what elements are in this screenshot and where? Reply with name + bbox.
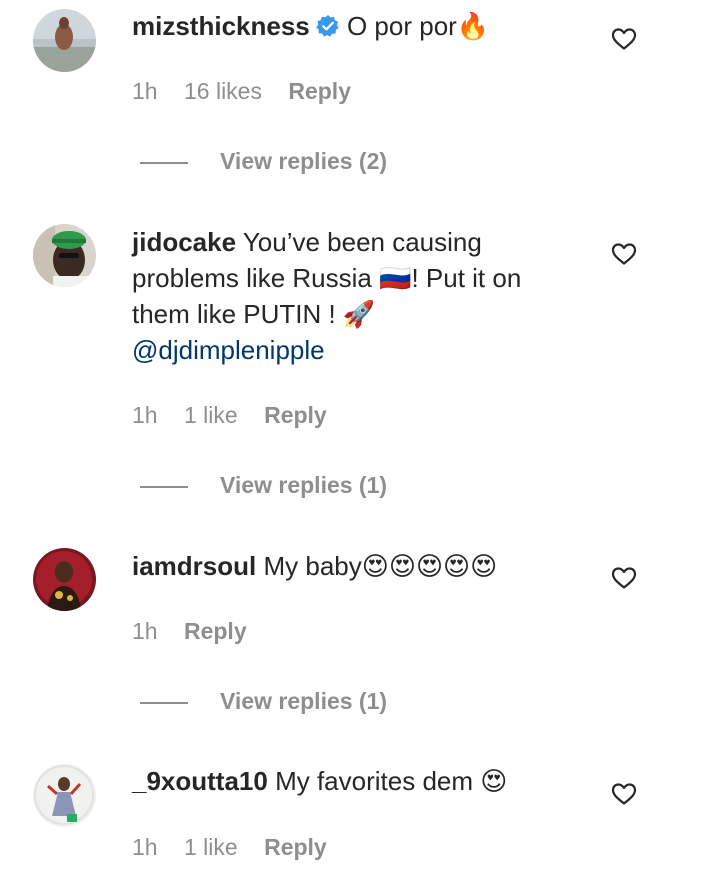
- view-replies-button[interactable]: View replies (1): [140, 686, 387, 716]
- avatar[interactable]: [33, 9, 96, 72]
- reply-button[interactable]: Reply: [288, 78, 351, 104]
- mention-link[interactable]: @djdimplenipple: [132, 335, 325, 365]
- comment-meta: 1h 16 likes Reply: [132, 76, 371, 106]
- comment-likes[interactable]: 1 like: [184, 402, 238, 428]
- verified-badge-icon: [315, 15, 339, 37]
- reply-button[interactable]: Reply: [264, 834, 327, 860]
- comment-text: iamdrsoul My baby😍😍😍😍😍: [132, 548, 572, 584]
- comment-time: 1h: [132, 834, 158, 860]
- comment-username[interactable]: jidocake: [132, 227, 236, 257]
- comment-time: 1h: [132, 78, 158, 104]
- comment-meta: 1h 1 like Reply: [132, 400, 347, 430]
- comment-time: 1h: [132, 402, 158, 428]
- heart-icon[interactable]: [611, 242, 637, 266]
- divider-line: [140, 161, 188, 164]
- reply-button[interactable]: Reply: [184, 618, 247, 644]
- view-replies-label: View replies (2): [220, 148, 388, 174]
- view-replies-button[interactable]: View replies (1): [140, 470, 387, 500]
- view-replies-label: View replies (1): [220, 472, 388, 498]
- comment-body: My baby😍😍😍😍😍: [263, 551, 498, 581]
- reply-button[interactable]: Reply: [264, 402, 327, 428]
- divider-line: [140, 485, 188, 488]
- view-replies-label: View replies (1): [220, 688, 388, 714]
- comment-body: My favorites dem 😍: [275, 766, 508, 796]
- heart-icon[interactable]: [611, 27, 637, 51]
- comment-likes[interactable]: 1 like: [184, 834, 238, 860]
- comment-text: _9xoutta10 My favorites dem 😍: [132, 763, 572, 799]
- comment-username[interactable]: iamdrsoul: [132, 551, 256, 581]
- comment-text: mizsthickness O por por🔥: [132, 8, 572, 44]
- comment-likes[interactable]: 16 likes: [184, 78, 262, 104]
- avatar[interactable]: [33, 548, 96, 611]
- divider-line: [140, 701, 188, 704]
- heart-icon[interactable]: [611, 566, 637, 590]
- comment-username[interactable]: _9xoutta10: [132, 766, 268, 796]
- comment-time: 1h: [132, 618, 158, 644]
- comment-meta: 1h Reply: [132, 616, 267, 646]
- view-replies-button[interactable]: View replies (2): [140, 146, 387, 176]
- comment-username[interactable]: mizsthickness: [132, 11, 310, 41]
- comment-meta: 1h 1 like Reply: [132, 832, 347, 862]
- comment-text: jidocake You’ve been causing problems li…: [132, 224, 572, 368]
- avatar[interactable]: [33, 224, 96, 287]
- avatar[interactable]: [33, 764, 96, 827]
- comment-body: O por por🔥: [346, 11, 490, 41]
- heart-icon[interactable]: [611, 782, 637, 806]
